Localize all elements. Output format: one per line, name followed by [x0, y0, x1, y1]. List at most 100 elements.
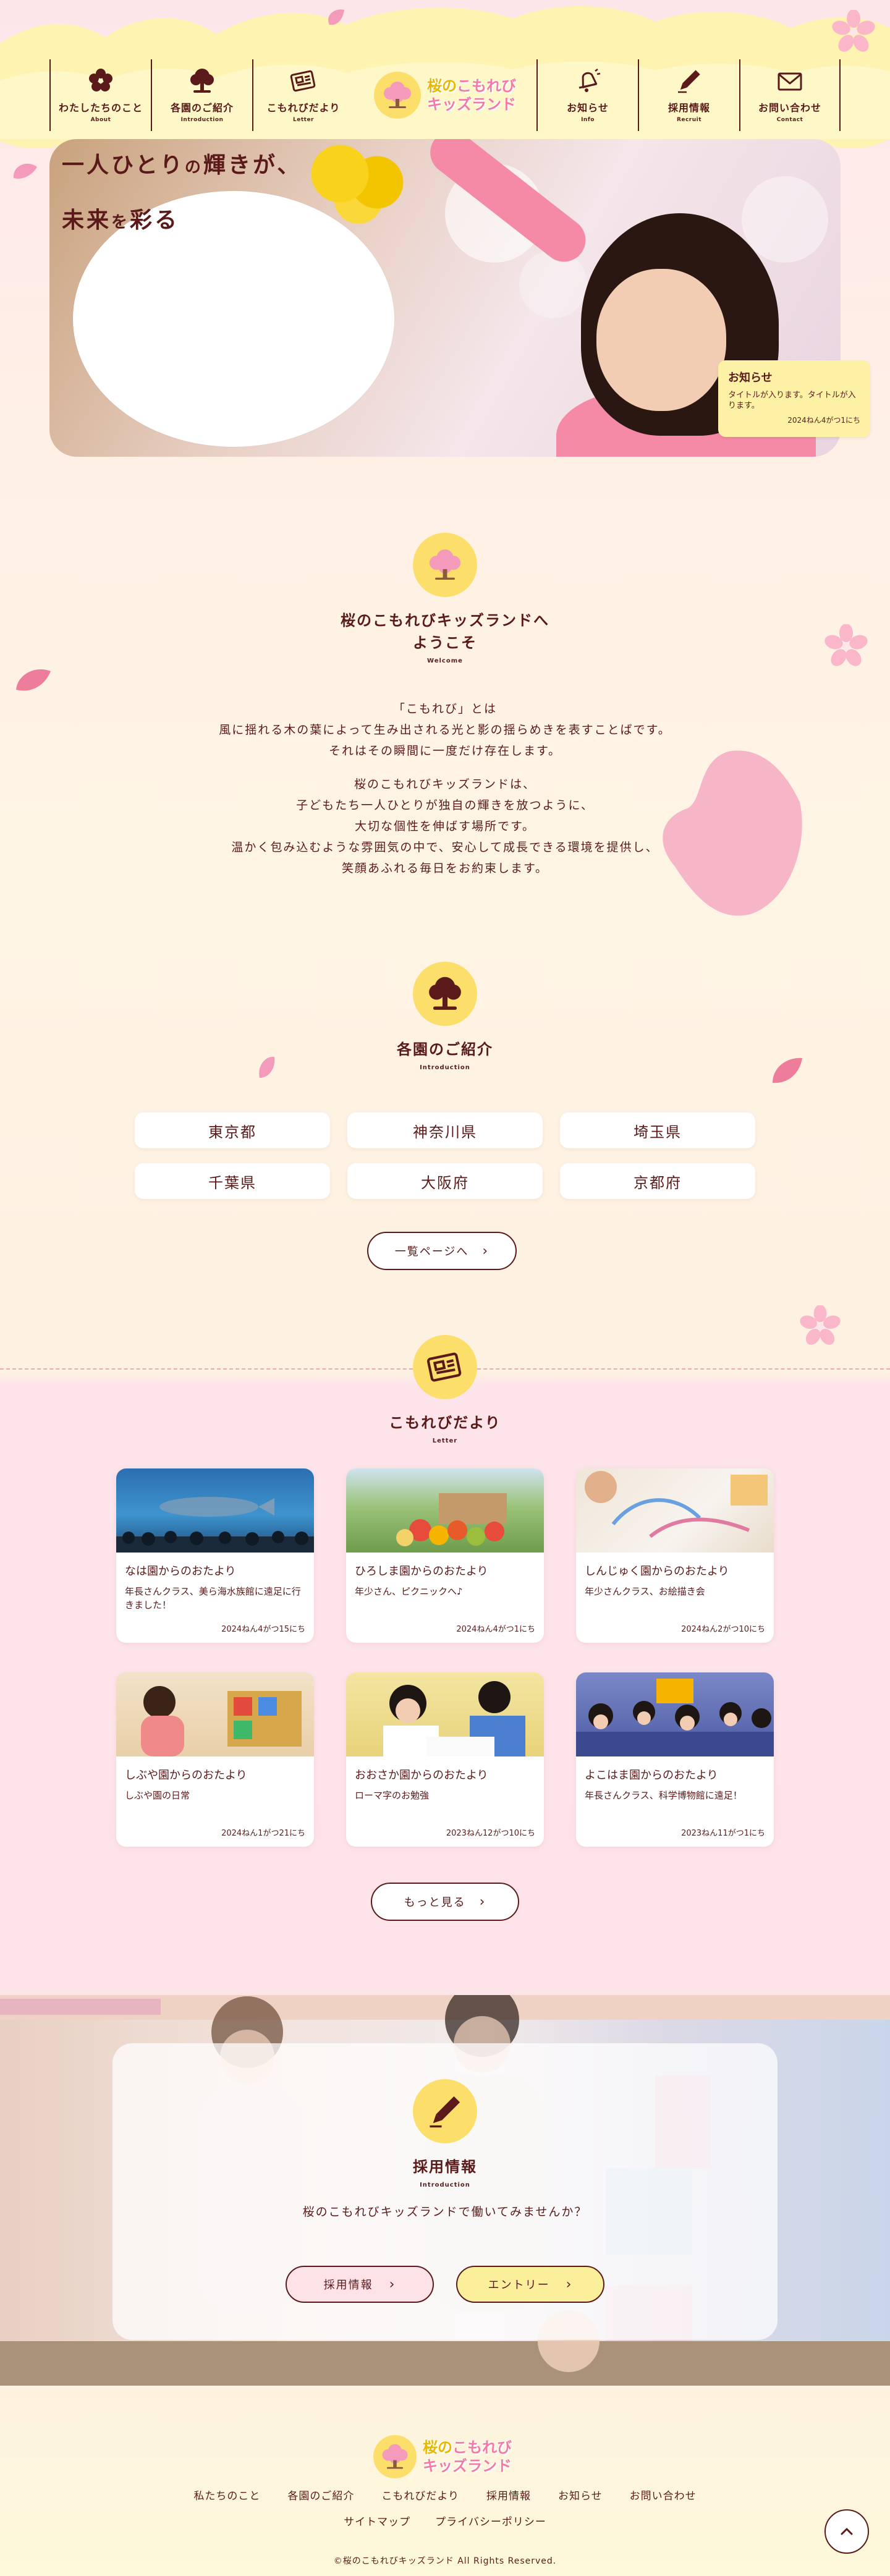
logo-wordmark: 桜のこもれび キッズランド: [427, 77, 516, 114]
welcome-line: 「こもれび」とは: [392, 702, 497, 716]
study-photo: [346, 1672, 544, 1756]
welcome-line: 子どもたち一人ひとりが独自の輝きを放つように、: [296, 799, 594, 812]
section-title-line: 桜のこもれびキッズランドへ: [341, 612, 549, 629]
nav-label: お問い合わせ: [758, 102, 821, 114]
prefecture-button[interactable]: 京都府: [560, 1163, 755, 1199]
hero-catchphrase: 一人ひとりの輝きが、 未来を彩る: [62, 139, 302, 249]
tree-icon: [189, 67, 216, 95]
welcome-line: 温かく包み込むような雰囲気の中で、安心して成長できる環境を提供し、: [231, 841, 659, 854]
news-card[interactable]: お知らせ タイトルが入ります。タイトルが入ります。 2024ねん4がつ1にち: [718, 360, 870, 437]
chevron-up-icon: [841, 2528, 853, 2535]
nav-label: 採用情報: [668, 102, 710, 114]
footer-link-letter[interactable]: こもれびだより: [381, 2487, 459, 2502]
nav-item-letter[interactable]: こもれびだより Letter: [252, 59, 354, 131]
bokeh-decoration: [742, 176, 828, 263]
footer-link-recruit[interactable]: 採用情報: [486, 2487, 531, 2502]
welcome-heading: 桜のこもれびキッズランドへ ようこそ Welcome: [0, 533, 890, 664]
back-to-top-button[interactable]: [824, 2509, 869, 2554]
recruit-info-button[interactable]: 採用情報 ›: [286, 2266, 434, 2303]
tree-badge-icon: [413, 962, 477, 1026]
prefecture-button[interactable]: 埼玉県: [560, 1112, 755, 1148]
letter-card[interactable]: よこはま園からのおたより 年長さんクラス、科学博物館に遠足！ 2023ねん11が…: [576, 1672, 774, 1847]
nav-item-contact[interactable]: お問い合わせ Contact: [739, 59, 841, 131]
logo-text-part: こもれび: [457, 77, 516, 95]
sakura-petal-decoration: [328, 9, 344, 25]
hero-copy-text: 輝きが、: [203, 153, 302, 178]
letter-card-title: ひろしま園からのおたより: [355, 1565, 488, 1578]
letter-card-desc: 年長さんクラス、美ら海水族館に遠足に行きました！: [125, 1586, 301, 1611]
pen-badge-icon: [413, 2079, 477, 2143]
introduction-heading: 各園のご紹介 Introduction: [0, 962, 890, 1071]
aquarium-photo: [116, 1468, 314, 1553]
mail-icon: [776, 67, 803, 95]
welcome-body: 「こもれび」とは 風に揺れる木の葉によって生み出される光と影の揺らめきを表すこと…: [0, 698, 890, 891]
nav-sub-label: Letter: [293, 117, 314, 123]
nav-sub-label: Introduction: [180, 117, 224, 123]
nav-item-about[interactable]: わたしたちのこと About: [49, 59, 151, 131]
section-subtitle: Introduction: [420, 2182, 470, 2188]
picnic-photo: [346, 1468, 544, 1553]
sakura-petal-decoration: [13, 163, 37, 179]
welcome-line: 桜のこもれびキッズランドは、: [354, 777, 536, 791]
footer-link-privacy[interactable]: プライバシーポリシー: [435, 2513, 546, 2528]
prefecture-button[interactable]: 大阪府: [347, 1163, 543, 1199]
prefecture-button[interactable]: 東京都: [135, 1112, 330, 1148]
newspaper-icon: [290, 67, 317, 95]
welcome-line: 大切な個性を伸ばす場所です。: [354, 820, 536, 833]
welcome-line: 風に揺れる木の葉によって生み出される光と影の揺らめきを表すことばです。: [219, 723, 671, 737]
nav-label: こもれびだより: [266, 102, 341, 114]
nav-item-info[interactable]: お知らせ Info: [536, 59, 638, 131]
letter-card-desc: 年少さんクラス、お絵描き会: [585, 1586, 705, 1597]
sakura-flower-decoration: [832, 10, 875, 52]
nav-item-recruit[interactable]: 採用情報 Recruit: [638, 59, 739, 131]
footer-nav: 私たちのこと 各園のご紹介 こもれびだより 採用情報 お知らせ お問い合わせ: [0, 2487, 890, 2502]
nav-label: お知らせ: [567, 102, 609, 114]
letter-card-date: 2024ねん2がつ10にち: [681, 1625, 765, 1634]
letter-card[interactable]: なは園からのおたより 年長さんクラス、美ら海水族館に遠足に行きました！ 2024…: [116, 1468, 314, 1643]
letter-card-desc: 年少さん、ピクニックへ♪: [355, 1586, 463, 1597]
prefecture-list: 東京都 神奈川県 埼玉県 千葉県 大阪府 京都府: [135, 1112, 755, 1199]
entry-button[interactable]: エントリー ›: [456, 2266, 604, 2303]
letter-card[interactable]: おおさか園からのおたより ローマ字のお勉強 2023ねん12がつ10にち: [346, 1672, 544, 1847]
daily-life-photo: [116, 1672, 314, 1756]
section-title: こもれびだより: [389, 1414, 501, 1431]
recruit-heading: 採用情報 Introduction: [0, 2079, 890, 2188]
footer-link-info[interactable]: お知らせ: [558, 2487, 603, 2502]
footer-link-contact[interactable]: お問い合わせ: [630, 2487, 697, 2502]
welcome-paragraph: 「こもれび」とは 風に揺れる木の葉によって生み出される光と影の揺らめきを表すこと…: [0, 698, 890, 761]
button-label: もっと見る: [404, 1896, 466, 1909]
footer-logo[interactable]: 桜のこもれび キッズランド: [373, 2435, 512, 2478]
button-label: エントリー: [488, 2279, 550, 2292]
logo-wordmark: 桜のこもれび キッズランド: [423, 2438, 512, 2475]
letter-card[interactable]: しんじゅく園からのおたより 年少さんクラス、お絵描き会 2024ねん2がつ10に…: [576, 1468, 774, 1643]
button-label: 採用情報: [323, 2279, 373, 2292]
footer-link-sitemap[interactable]: サイトマップ: [344, 2513, 410, 2528]
chevron-right-icon: ›: [482, 1243, 490, 1259]
section-subtitle: Welcome: [427, 658, 463, 664]
news-date: 2024ねん4がつ1にち: [787, 416, 860, 425]
bell-icon: [574, 67, 601, 95]
letter-card[interactable]: しぶや園からのおたより しぶや園の日常 2024ねん1がつ21にち: [116, 1672, 314, 1847]
letter-card-date: 2023ねん11がつ1にち: [681, 1829, 765, 1838]
footer-link-introduction[interactable]: 各園のご紹介: [287, 2487, 354, 2502]
welcome-line: 笑顔あふれる毎日をお約束します。: [341, 862, 549, 875]
letter-card[interactable]: ひろしま園からのおたより 年少さん、ピクニックへ♪ 2024ねん4がつ1にち: [346, 1468, 544, 1643]
nav-sub-label: Info: [581, 117, 595, 123]
page: わたしたちのこと About 各園のご紹介 Introduction こもれびだ…: [0, 0, 890, 2576]
footer-link-about[interactable]: 私たちのこと: [193, 2487, 260, 2502]
more-button[interactable]: もっと見る ›: [371, 1883, 519, 1921]
letter-card-desc: 年長さんクラス、科学博物館に遠足！: [585, 1790, 742, 1801]
section-title: 桜のこもれびキッズランドへ ようこそ: [0, 609, 890, 654]
sakura-tree-badge-icon: [413, 533, 477, 597]
museum-photo: [576, 1672, 774, 1756]
prefecture-button[interactable]: 千葉県: [135, 1163, 330, 1199]
logo-text-part: 桜の: [423, 2439, 452, 2456]
list-page-button[interactable]: 一覧ページへ ›: [367, 1232, 517, 1270]
hero-copy-text: 一人ひとり: [62, 153, 185, 178]
footer-subnav: サイトマップ プライバシーポリシー: [0, 2513, 890, 2528]
site-logo[interactable]: 桜のこもれび キッズランド: [354, 59, 536, 131]
drawing-photo: [576, 1468, 774, 1553]
nav-item-introduction[interactable]: 各園のご紹介 Introduction: [151, 59, 252, 131]
letter-card-desc: しぶや園の日常: [125, 1790, 190, 1801]
prefecture-button[interactable]: 神奈川県: [347, 1112, 543, 1148]
